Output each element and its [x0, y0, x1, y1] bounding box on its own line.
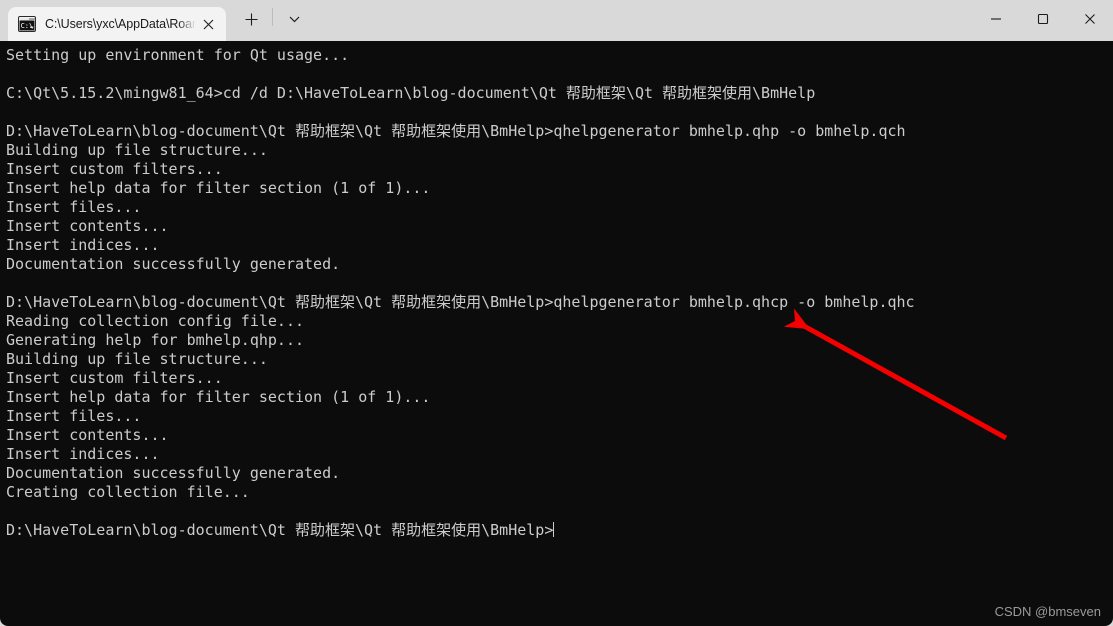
terminal-output: Setting up environment for Qt usage... C…	[6, 46, 915, 539]
close-tab-icon[interactable]	[196, 12, 220, 36]
terminal-pane[interactable]: Setting up environment for Qt usage... C…	[0, 41, 1113, 626]
minimize-button[interactable]	[972, 0, 1019, 38]
maximize-button[interactable]	[1019, 0, 1066, 38]
title-bar: C:\ C:\Users\yxc\AppData\Roami	[0, 0, 1113, 41]
new-tab-icon[interactable]	[234, 3, 268, 37]
terminal-cursor	[553, 522, 555, 537]
csdn-watermark: CSDN @bmseven	[994, 604, 1101, 619]
close-window-button[interactable]	[1066, 0, 1113, 38]
tab-title: C:\Users\yxc\AppData\Roami	[45, 17, 196, 31]
terminal-window: C:\ C:\Users\yxc\AppData\Roami Setting u…	[0, 0, 1113, 626]
svg-text:C:\: C:\	[21, 22, 34, 30]
chevron-down-icon[interactable]	[277, 3, 311, 37]
tab-strip: C:\ C:\Users\yxc\AppData\Roami	[0, 0, 311, 41]
tab-cmd-session[interactable]: C:\ C:\Users\yxc\AppData\Roami	[8, 7, 226, 41]
window-controls	[972, 0, 1113, 41]
toolbar-divider	[272, 7, 273, 26]
cmd-console-icon: C:\	[18, 16, 36, 32]
tab-strip-actions	[226, 0, 311, 41]
